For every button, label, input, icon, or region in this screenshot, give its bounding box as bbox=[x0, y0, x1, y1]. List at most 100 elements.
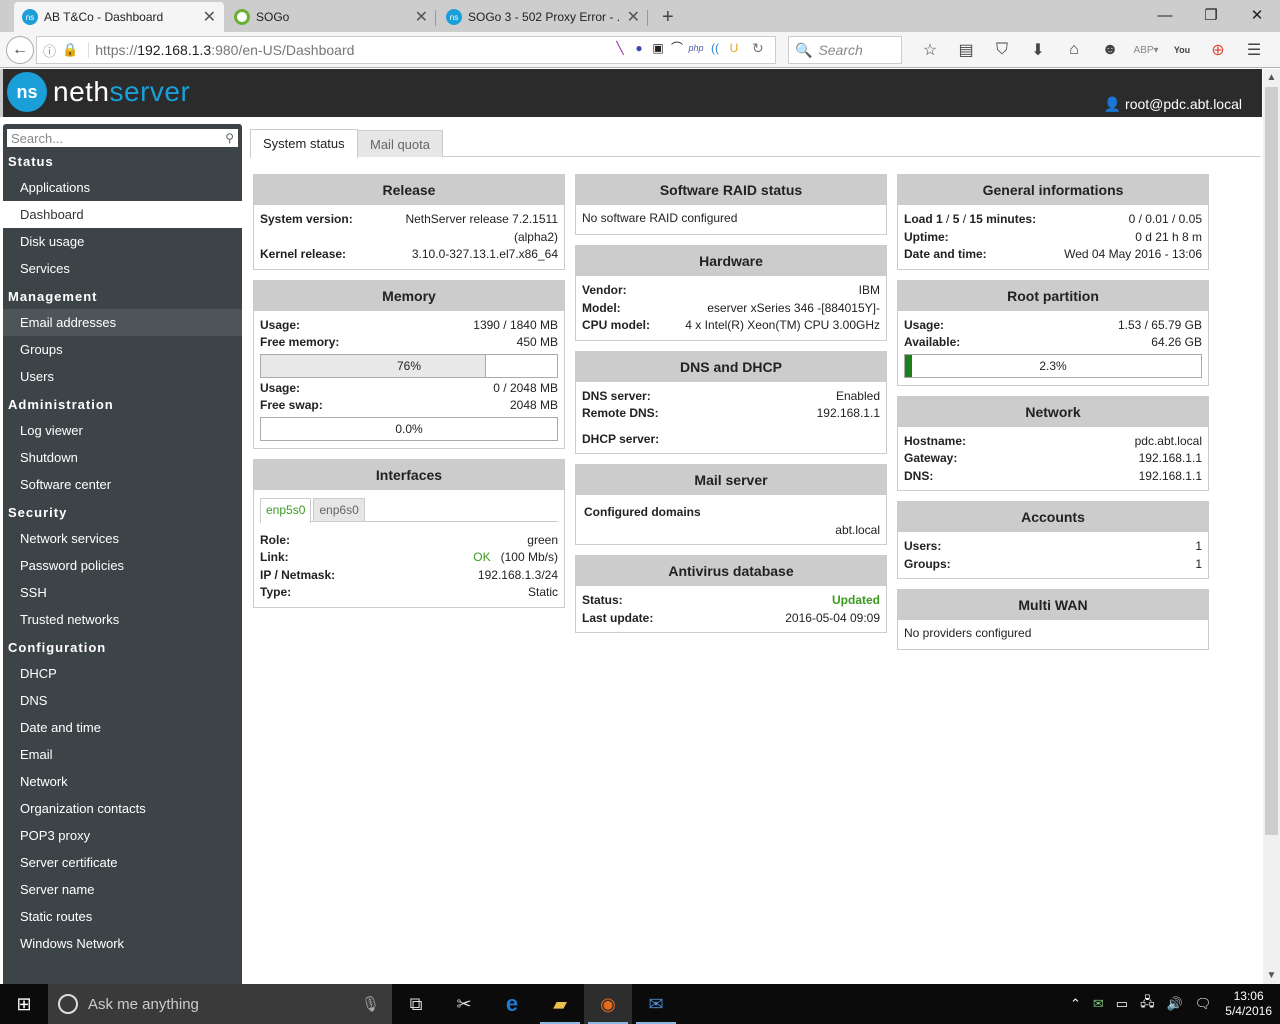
network-icon[interactable]: 🖧 bbox=[1140, 993, 1155, 1015]
close-tab-icon[interactable]: ✕ bbox=[203, 7, 216, 27]
php-extension-icon[interactable]: php bbox=[688, 40, 704, 56]
image-extension-icon[interactable]: ▣ bbox=[650, 40, 666, 56]
sidebar-item-applications[interactable]: Applications bbox=[3, 174, 242, 201]
adblock-icon[interactable]: ABP▾ bbox=[1128, 38, 1164, 62]
url-text[interactable]: https://192.168.1.3:980/en-US/Dashboard bbox=[88, 42, 354, 58]
sidebar-item-static-routes[interactable]: Static routes bbox=[3, 903, 242, 930]
scroll-up-icon[interactable]: ▲ bbox=[1263, 69, 1280, 86]
scroll-thumb[interactable] bbox=[1265, 87, 1278, 835]
interface-tab-enp6s0[interactable]: enp6s0 bbox=[313, 497, 365, 521]
close-window-icon[interactable]: ✕ bbox=[1234, 0, 1280, 30]
mustache-extension-icon[interactable]: ⌒ bbox=[669, 40, 685, 56]
feather-extension-icon[interactable]: ╲ bbox=[612, 40, 628, 56]
network-card: Network Hostname: pdc.abt.local Gateway: 1… bbox=[897, 395, 1209, 491]
home-icon[interactable]: ⌂ bbox=[1056, 38, 1092, 62]
minimize-icon[interactable]: — bbox=[1142, 0, 1188, 30]
sidebar-item-password-policies[interactable]: Password policies bbox=[3, 552, 242, 579]
page-scrollbar[interactable]: ▲ ▼ bbox=[1263, 69, 1280, 984]
edge-browser-icon[interactable]: e bbox=[488, 984, 536, 1024]
restore-icon[interactable]: ❐ bbox=[1188, 0, 1234, 30]
taskbar-clock[interactable]: 13:06 5/4/2016 bbox=[1225, 989, 1272, 1019]
sidebar-item-disk-usage[interactable]: Disk usage bbox=[3, 228, 242, 255]
sidebar-item-ssh[interactable]: SSH bbox=[3, 579, 242, 606]
nethserver-favicon-icon: ns bbox=[446, 9, 462, 25]
volume-icon[interactable]: 🔊 bbox=[1167, 996, 1183, 1012]
sidebar-item-dns[interactable]: DNS bbox=[3, 687, 242, 714]
progress-label: 76% bbox=[396, 358, 422, 373]
sogo-favicon-icon bbox=[234, 9, 250, 25]
sidebar-item-groups[interactable]: Groups bbox=[3, 336, 242, 363]
back-button[interactable]: ← bbox=[6, 35, 34, 64]
battery-icon[interactable]: ▭ bbox=[1116, 996, 1128, 1012]
sidebar-item-server-certificate[interactable]: Server certificate bbox=[3, 849, 242, 876]
label: Link: bbox=[260, 550, 289, 564]
info-icon[interactable]: ⓘ bbox=[43, 41, 56, 60]
pocket-icon[interactable]: ⛉ bbox=[984, 38, 1020, 62]
nethserver-logo[interactable]: ns neth server bbox=[7, 72, 190, 112]
wave-extension-icon[interactable]: (( bbox=[707, 40, 723, 56]
show-hidden-icons-icon[interactable]: ⌃ bbox=[1070, 996, 1081, 1012]
value: 2048 MB bbox=[509, 398, 558, 412]
firefox-icon[interactable]: ◉ bbox=[584, 984, 632, 1024]
label: Remote DNS: bbox=[582, 406, 659, 420]
reload-icon[interactable]: ↻ bbox=[752, 40, 764, 57]
sidebar-item-dhcp[interactable]: DHCP bbox=[3, 660, 242, 687]
bookmark-star-icon[interactable]: ☆ bbox=[912, 38, 948, 62]
youtube-icon[interactable]: You bbox=[1164, 38, 1200, 62]
sidebar-item-dashboard[interactable]: Dashboard bbox=[3, 201, 242, 228]
sidebar-item-software-center[interactable]: Software center bbox=[3, 471, 242, 498]
action-center-icon[interactable]: 🗨 bbox=[1195, 996, 1212, 1012]
file-explorer-icon[interactable]: ▰ bbox=[536, 984, 584, 1024]
sidebar-item-email-addresses[interactable]: Email addresses bbox=[3, 309, 242, 336]
shield-extension-icon[interactable]: U bbox=[726, 40, 742, 56]
windows-start-icon[interactable]: ⊞ bbox=[0, 984, 48, 1024]
sidebar-item-date-and-time[interactable]: Date and time bbox=[3, 714, 242, 741]
sidebar-search-input[interactable]: Search... ⚲ bbox=[7, 129, 238, 147]
sidebar-item-users[interactable]: Users bbox=[3, 363, 242, 390]
label: CPU model: bbox=[582, 318, 651, 332]
mail-notify-icon[interactable]: ✉ bbox=[1093, 996, 1104, 1012]
lifebuoy-icon[interactable]: ⊕ bbox=[1200, 38, 1236, 62]
tab-system-status[interactable]: System status bbox=[250, 129, 358, 158]
snipping-tool-icon[interactable]: ✂ bbox=[440, 984, 488, 1024]
close-tab-icon[interactable]: ✕ bbox=[627, 7, 640, 27]
sidebar-item-services[interactable]: Services bbox=[3, 255, 242, 282]
browser-search-input[interactable]: 🔍 Search bbox=[788, 36, 902, 64]
new-tab-button[interactable]: + bbox=[662, 2, 674, 32]
label: DHCP server: bbox=[582, 431, 660, 446]
browser-tab-dashboard[interactable]: ns AB T&Co - Dashboard ✕ bbox=[14, 2, 224, 32]
reading-list-icon[interactable]: ▤ bbox=[948, 38, 984, 62]
sidebar-item-server-name[interactable]: Server name bbox=[3, 876, 242, 903]
sidebar-item-pop3-proxy[interactable]: POP3 proxy bbox=[3, 822, 242, 849]
value: Static bbox=[527, 585, 558, 599]
accounts-card: Accounts Users: 1 Groups: 1 bbox=[897, 501, 1209, 579]
interface-tab-enp5s0[interactable]: enp5s0 bbox=[260, 497, 312, 523]
globe-extension-icon[interactable]: ● bbox=[631, 40, 647, 56]
sidebar-item-email[interactable]: Email bbox=[3, 741, 242, 768]
sidebar-item-trusted-networks[interactable]: Trusted networks bbox=[3, 606, 242, 633]
scroll-down-icon[interactable]: ▼ bbox=[1263, 967, 1280, 984]
value: 3.10.0-327.13.1.el7.x86_64 bbox=[411, 247, 558, 261]
sidebar-item-network-services[interactable]: Network services bbox=[3, 525, 242, 552]
nethserver-favicon-icon: ns bbox=[22, 9, 38, 25]
task-view-icon[interactable]: ⧉ bbox=[392, 984, 440, 1024]
thunderbird-icon[interactable]: ✉ bbox=[632, 984, 680, 1024]
close-tab-icon[interactable]: ✕ bbox=[415, 7, 428, 27]
browser-tab-sogo-error[interactable]: ns SOGo 3 - 502 Proxy Error - ... ✕ bbox=[438, 2, 648, 32]
sidebar-item-organization-contacts[interactable]: Organization contacts bbox=[3, 795, 242, 822]
cortana-search-box[interactable]: Ask me anything 🎙 bbox=[48, 984, 392, 1024]
sidebar-item-network[interactable]: Network bbox=[3, 768, 242, 795]
search-icon[interactable]: ⚲ bbox=[225, 131, 234, 145]
cortana-placeholder: Ask me anything bbox=[88, 995, 199, 1013]
sidebar-item-shutdown[interactable]: Shutdown bbox=[3, 444, 242, 471]
value: IBM bbox=[858, 283, 880, 297]
sidebar-item-windows-network[interactable]: Windows Network bbox=[3, 930, 242, 957]
menu-icon[interactable]: ☰ bbox=[1236, 38, 1272, 62]
emoji-icon[interactable]: ☻ bbox=[1092, 38, 1128, 62]
microphone-icon[interactable]: 🎙 bbox=[361, 995, 380, 1013]
tab-mail-quota[interactable]: Mail quota bbox=[357, 130, 443, 157]
browser-tab-sogo[interactable]: SOGo ✕ bbox=[226, 2, 436, 32]
download-icon[interactable]: ⬇ bbox=[1020, 38, 1056, 62]
sidebar-item-log-viewer[interactable]: Log viewer bbox=[3, 417, 242, 444]
user-menu[interactable]: 👤 root@pdc.abt.local bbox=[1104, 96, 1242, 113]
